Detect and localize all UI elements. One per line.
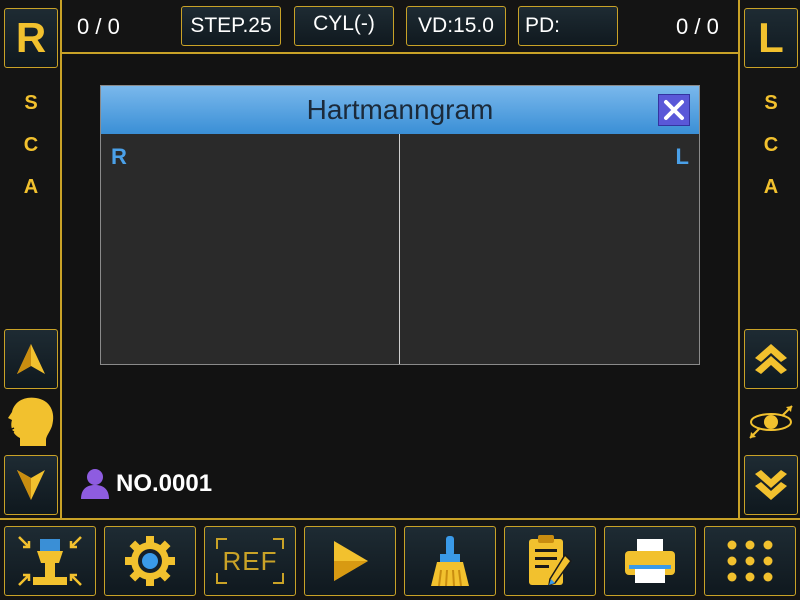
right-eye-button[interactable]: R: [4, 8, 58, 68]
left-pane-label: L: [675, 144, 689, 169]
dialog-close-button[interactable]: [658, 94, 690, 126]
step-button[interactable]: STEP.25: [181, 6, 281, 46]
printer-icon: [625, 539, 675, 583]
right-sphere-label: S: [24, 92, 38, 114]
dialog-title: Hartmanngram: [101, 86, 699, 134]
arrow-down-icon: [17, 470, 45, 500]
print-button[interactable]: [604, 526, 696, 596]
arrow-up-icon: [17, 344, 45, 374]
start-measure-button[interactable]: [304, 526, 396, 596]
play-icon: [334, 541, 368, 581]
right-eye-column: R S C A: [0, 0, 62, 518]
scroll-down-button[interactable]: [744, 455, 798, 515]
left-eye-hartmanngram-pane: L: [401, 134, 699, 364]
auto-align-icon: [18, 536, 82, 586]
left-eye-column: L S C A: [738, 0, 800, 518]
double-chevron-up-icon: [755, 344, 787, 374]
user-icon: [81, 469, 109, 499]
broom-clean-icon: [431, 536, 469, 587]
right-cylinder-label: C: [23, 134, 39, 156]
settings-gear-icon: [125, 536, 175, 586]
auto-align-button[interactable]: [4, 526, 96, 596]
left-cylinder-label: C: [763, 134, 779, 156]
eye-tracking-icon: [744, 402, 798, 442]
hartmanngram-dialog: Hartmanngram R L: [100, 85, 700, 365]
left-measure-counter: 0 / 0: [676, 14, 719, 39]
main-area: Hartmanngram R L NO.0001: [62, 54, 738, 518]
left-eye-button[interactable]: L: [744, 8, 798, 68]
patient-number: NO.0001: [116, 470, 213, 497]
menu-grid-icon: [727, 540, 773, 582]
head-profile-icon: [6, 394, 56, 450]
double-chevron-down-icon: [755, 470, 787, 500]
cylinder-mode-button[interactable]: CYL(-): [294, 6, 394, 46]
top-status-bar: 0 / 0 STEP.25 CYL(-) VD:15.0 PD: 0 / 0: [62, 0, 738, 54]
bottom-toolbar: REF: [0, 518, 800, 600]
left-sphere-label: S: [764, 92, 778, 114]
right-pane-label: R: [111, 144, 127, 169]
ref-label: REF: [222, 545, 278, 576]
ref-button[interactable]: REF: [204, 526, 296, 596]
left-axis-label: A: [763, 176, 779, 198]
clipboard-edit-icon: [529, 535, 572, 587]
right-measure-counter: 0 / 0: [77, 14, 120, 39]
vertex-distance-button[interactable]: VD:15.0: [406, 6, 506, 46]
chinrest-up-button[interactable]: [4, 329, 58, 389]
right-axis-label: A: [23, 176, 39, 198]
chinrest-down-button[interactable]: [4, 455, 58, 515]
patient-info[interactable]: NO.0001: [80, 468, 212, 500]
clear-data-button[interactable]: [404, 526, 496, 596]
settings-button[interactable]: [104, 526, 196, 596]
record-edit-button[interactable]: [504, 526, 596, 596]
scroll-up-button[interactable]: [744, 329, 798, 389]
pupil-distance-field[interactable]: PD:: [518, 6, 618, 46]
right-eye-hartmanngram-pane: R: [101, 134, 400, 364]
menu-button[interactable]: [704, 526, 796, 596]
close-icon: [664, 100, 684, 120]
